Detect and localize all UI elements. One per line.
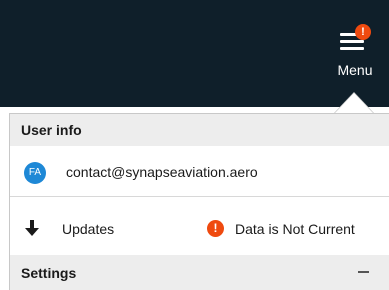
download-arrow-icon — [25, 220, 39, 236]
user-info-title: User info — [21, 122, 82, 138]
menu-label: Menu — [337, 62, 373, 78]
user-row: FA contact@synapseaviation.aero — [10, 146, 389, 197]
menu-dropdown-panel: User info FA contact@synapseaviation.aer… — [9, 113, 389, 290]
menu-button[interactable]: ! Menu — [328, 22, 382, 84]
user-email: contact@synapseaviation.aero — [66, 164, 258, 180]
updates-label: Updates — [62, 221, 115, 237]
status-row: Updates ! Data is Not Current — [10, 197, 389, 255]
settings-title: Settings — [21, 265, 77, 281]
alert-icon: ! — [207, 220, 224, 237]
dropdown-caret — [335, 93, 373, 113]
minus-icon[interactable] — [358, 271, 369, 273]
settings-header[interactable]: Settings — [10, 255, 389, 290]
top-bar: ! Menu — [0, 0, 389, 107]
notification-badge-icon: ! — [355, 24, 371, 40]
data-status-text: Data is Not Current — [235, 221, 355, 237]
avatar: FA — [24, 162, 46, 184]
user-info-header: User info — [10, 114, 389, 146]
